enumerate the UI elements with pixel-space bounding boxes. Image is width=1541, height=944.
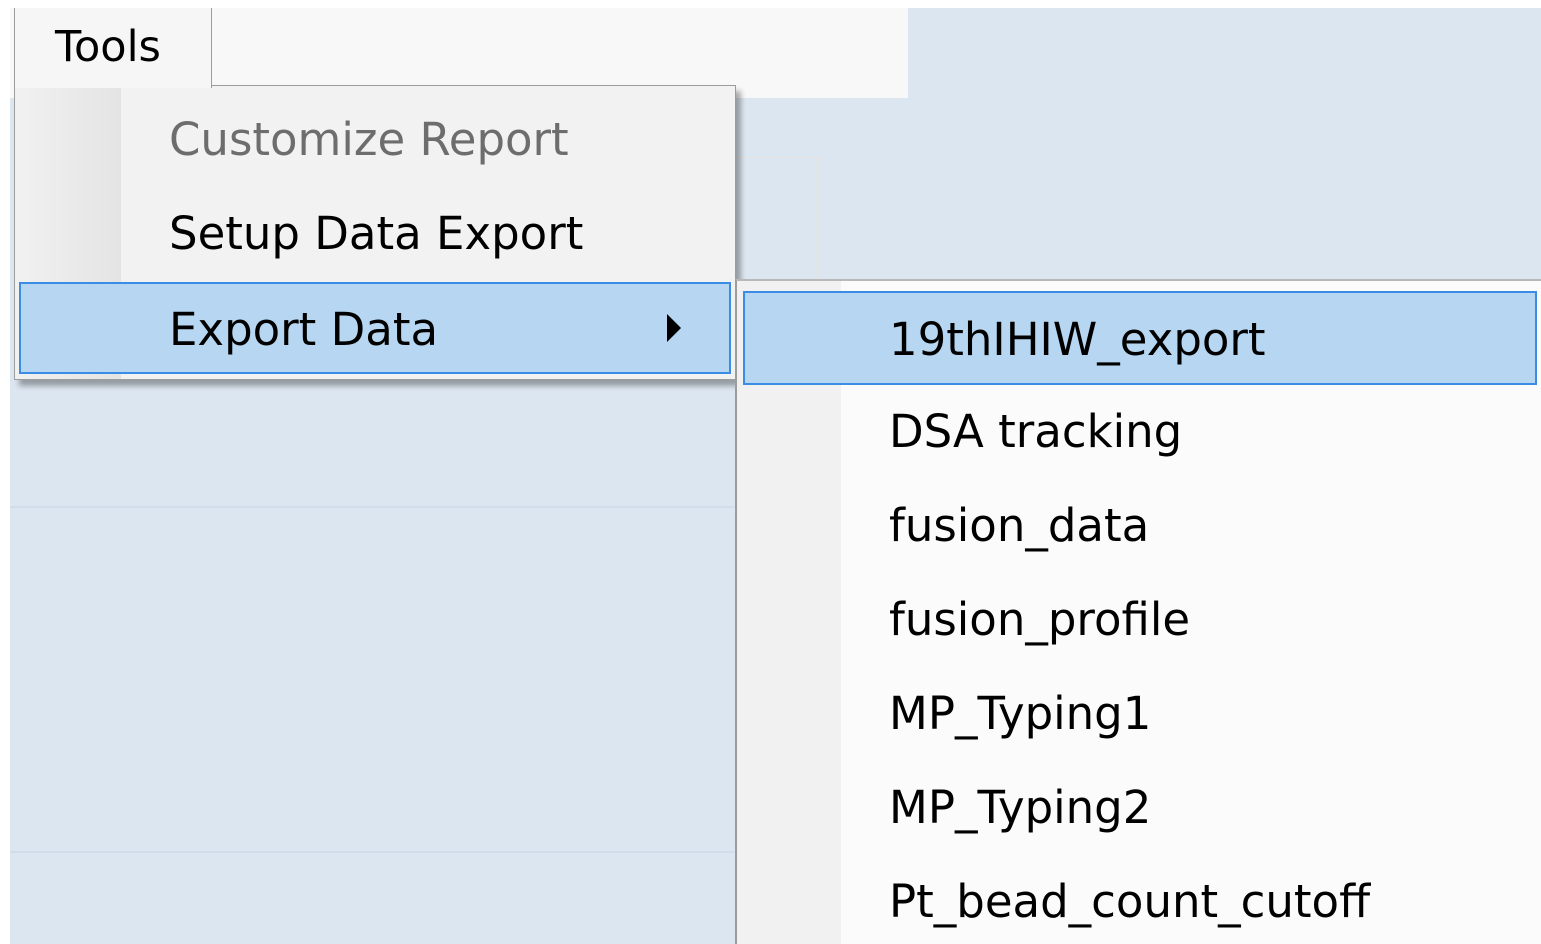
menu-item-setup-data-export[interactable]: Setup Data Export xyxy=(19,188,731,280)
submenu-item-fusion-profile[interactable]: fusion_profile xyxy=(743,573,1537,667)
submenu-item-label: MP_Typing1 xyxy=(889,687,1152,740)
submenu-item-mp-typing2[interactable]: MP_Typing2 xyxy=(743,761,1537,855)
application-window: Tools Customize Report Setup Data Export… xyxy=(0,0,1541,944)
submenu-item-label: MP_Typing2 xyxy=(889,781,1152,834)
background-row-divider xyxy=(10,851,735,853)
background-panel-edge xyxy=(736,157,819,280)
submenu-item-label: 19thIHIW_export xyxy=(889,313,1266,366)
export-data-submenu: 19thIHIW_export DSA tracking fusion_data… xyxy=(735,279,1541,944)
menu-item-customize-report[interactable]: Customize Report xyxy=(19,94,731,186)
menu-item-export-data[interactable]: Export Data xyxy=(19,282,731,374)
submenu-item-label: DSA tracking xyxy=(889,405,1183,458)
menu-tools-label: Tools xyxy=(55,22,161,72)
triangle-right-icon xyxy=(667,314,681,342)
submenu-item-fusion-data[interactable]: fusion_data xyxy=(743,479,1537,573)
submenu-item-label: fusion_profile xyxy=(889,593,1191,646)
menu-tools[interactable]: Tools xyxy=(14,8,212,88)
submenu-item-dsa-tracking[interactable]: DSA tracking xyxy=(743,385,1537,479)
submenu-item-pt-bead-count-cutoff[interactable]: Pt_bead_count_cutoff xyxy=(743,855,1537,944)
background-row-divider xyxy=(10,506,735,508)
submenu-item-label: Pt_bead_count_cutoff xyxy=(889,875,1371,928)
menu-item-label: Setup Data Export xyxy=(169,207,584,260)
menu-item-label: Customize Report xyxy=(169,113,569,166)
menu-item-label: Export Data xyxy=(169,303,439,356)
submenu-item-mp-typing1[interactable]: MP_Typing1 xyxy=(743,667,1537,761)
submenu-item-19thihiw-export[interactable]: 19thIHIW_export xyxy=(743,291,1537,385)
submenu-item-label: fusion_data xyxy=(889,499,1150,552)
tools-dropdown-menu: Customize Report Setup Data Export Expor… xyxy=(14,85,736,380)
